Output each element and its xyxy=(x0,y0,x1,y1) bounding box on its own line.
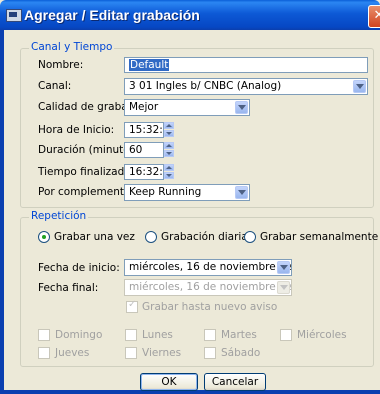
fecha-final-value: miércoles, 16 de noviembre de 2011 xyxy=(129,281,291,293)
close-button[interactable]: ✕ xyxy=(368,5,380,28)
grabacion-diaria-label[interactable]: Grabación diaria xyxy=(161,231,248,243)
repeticion-legend: Repetición xyxy=(29,210,89,222)
spin-up-icon[interactable] xyxy=(164,142,174,149)
chevron-down-icon[interactable] xyxy=(235,101,248,114)
fecha-final-picker: miércoles, 16 de noviembre de 2011 xyxy=(124,279,292,296)
day-checkbox-martes xyxy=(204,329,216,341)
fecha-final-label: Fecha final: xyxy=(38,282,99,294)
calidad-select[interactable]: Mejor xyxy=(124,99,250,116)
hora-inicio-value: 15:32:00 xyxy=(129,124,163,136)
complemento-value: Keep Running xyxy=(129,186,202,198)
day-label-miercoles: Miércoles xyxy=(297,329,347,341)
nombre-label: Nombre: xyxy=(38,59,84,71)
grabar-hasta-aviso-checkbox xyxy=(126,299,138,313)
spin-up-icon[interactable] xyxy=(164,122,174,129)
day-checkbox-viernes xyxy=(125,347,137,359)
grabar-una-vez-label[interactable]: Grabar una vez xyxy=(54,231,135,243)
duracion-input[interactable]: 60 xyxy=(124,142,164,158)
day-label-viernes: Viernes xyxy=(142,347,182,359)
chevron-down-icon[interactable] xyxy=(353,80,366,93)
fecha-inicio-value: miércoles, 16 de noviembre de 2011 xyxy=(129,261,291,273)
window-frame-left xyxy=(0,30,4,394)
nombre-value: Default xyxy=(129,59,170,71)
tiempo-final-input[interactable]: 16:32:00 xyxy=(124,164,164,180)
grabar-una-vez-radio[interactable] xyxy=(38,231,50,243)
spin-down-icon[interactable] xyxy=(164,130,174,137)
window-title: Agregar / Editar grabación xyxy=(24,7,200,23)
day-label-jueves: Jueves xyxy=(55,347,90,359)
chevron-down-icon xyxy=(277,281,290,294)
duracion-spinner[interactable] xyxy=(164,142,174,158)
canal-select[interactable]: 3 01 Ingles b/ CNBC (Analog) xyxy=(124,78,368,95)
grabacion-diaria-radio[interactable] xyxy=(145,231,157,243)
day-label-domingo: Domingo xyxy=(55,329,103,341)
calidad-value: Mejor xyxy=(129,101,159,113)
complemento-label: Por complemento: xyxy=(38,186,134,198)
day-checkbox-jueves xyxy=(38,347,50,359)
day-checkbox-lunes xyxy=(125,329,137,341)
nombre-input[interactable]: Default xyxy=(124,57,368,73)
hora-inicio-label: Hora de Inicio: xyxy=(38,124,115,136)
canal-tiempo-legend: Canal y Tiempo xyxy=(29,41,115,53)
day-checkbox-miercoles xyxy=(280,329,292,341)
complemento-select[interactable]: Keep Running xyxy=(124,184,250,201)
hora-inicio-input[interactable]: 15:32:00 xyxy=(124,122,164,138)
grabar-hasta-aviso-label: Grabar hasta nuevo aviso xyxy=(142,301,278,313)
duracion-value: 60 xyxy=(129,144,143,156)
grabar-semanalmente-radio[interactable] xyxy=(244,231,256,243)
title-bar[interactable]: Agregar / Editar grabación ✕ xyxy=(0,0,380,30)
chevron-down-icon[interactable] xyxy=(277,261,290,274)
tiempo-final-label: Tiempo finalizado: xyxy=(38,166,135,178)
spin-down-icon[interactable] xyxy=(164,172,174,179)
day-label-lunes: Lunes xyxy=(142,329,173,341)
spin-up-icon[interactable] xyxy=(164,164,174,171)
ok-button[interactable]: OK xyxy=(140,373,198,391)
day-label-sabado: Sábado xyxy=(221,347,261,359)
fecha-inicio-picker[interactable]: miércoles, 16 de noviembre de 2011 xyxy=(124,259,292,276)
canal-label: Canal: xyxy=(38,80,72,92)
grabar-semanalmente-label[interactable]: Grabar semanalmente xyxy=(260,231,378,243)
day-checkbox-domingo xyxy=(38,329,50,341)
tiempo-final-value: 16:32:00 xyxy=(129,166,163,178)
tiempo-final-spinner[interactable] xyxy=(164,164,174,180)
day-checkbox-sabado xyxy=(204,347,216,359)
recorder-window-icon xyxy=(6,9,22,22)
hora-inicio-spinner[interactable] xyxy=(164,122,174,138)
chevron-down-icon[interactable] xyxy=(235,186,248,199)
canal-value: 3 01 Ingles b/ CNBC (Analog) xyxy=(129,80,282,92)
fecha-inicio-label: Fecha de inicio: xyxy=(38,262,120,274)
cancel-button[interactable]: Cancelar xyxy=(204,373,266,391)
spin-down-icon[interactable] xyxy=(164,150,174,157)
day-label-martes: Martes xyxy=(221,329,257,341)
